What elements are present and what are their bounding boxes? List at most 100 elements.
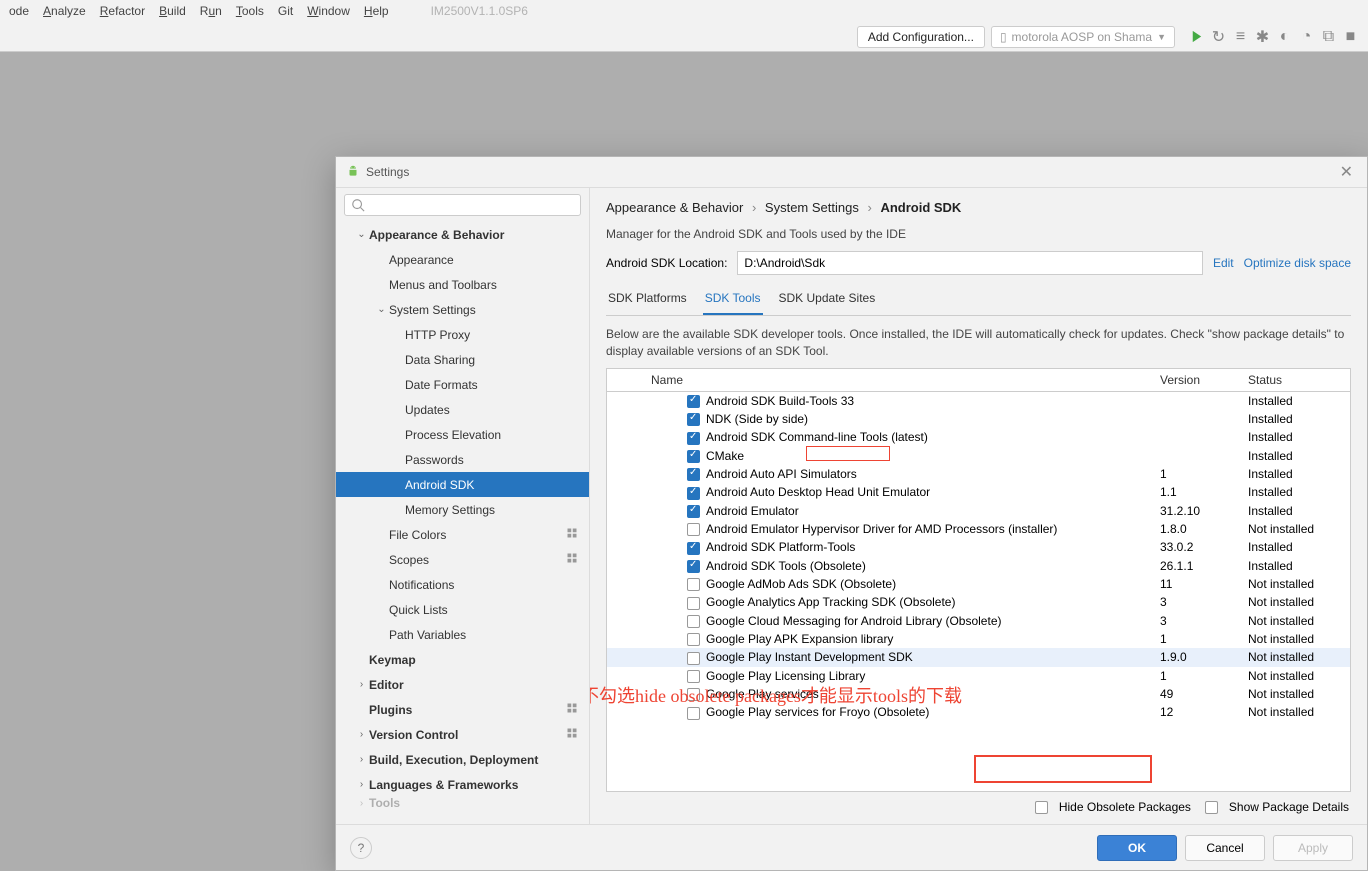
ok-button[interactable]: OK [1097, 835, 1177, 861]
run-icon[interactable] [1189, 29, 1204, 44]
row-checkbox[interactable] [687, 395, 700, 408]
table-row[interactable]: Google Play services for Froyo (Obsolete… [607, 703, 1350, 721]
row-checkbox[interactable] [687, 597, 700, 610]
attach-icon[interactable]: ⧉ [1321, 29, 1336, 44]
tree-item[interactable]: Data Sharing [336, 347, 589, 372]
row-checkbox[interactable] [687, 633, 700, 646]
cancel-button[interactable]: Cancel [1185, 835, 1265, 861]
row-checkbox[interactable] [687, 450, 700, 463]
table-row[interactable]: Android SDK Build-Tools 33Installed [607, 391, 1350, 410]
tree-item[interactable]: Updates [336, 397, 589, 422]
tree-item[interactable]: Menus and Toolbars [336, 272, 589, 297]
row-checkbox[interactable] [687, 468, 700, 481]
menu-run[interactable]: Run [193, 2, 229, 20]
row-checkbox[interactable] [687, 670, 700, 683]
device-selector[interactable]: ▯ motorola AOSP on Shama ▼ [991, 26, 1175, 48]
apply-changes-icon[interactable]: ↻ [1211, 29, 1226, 44]
table-row[interactable]: Google Play APK Expansion library1Not in… [607, 630, 1350, 648]
row-checkbox[interactable] [687, 688, 700, 701]
code-changes-icon[interactable]: ≡ [1233, 29, 1248, 44]
menu-analyze[interactable]: Analyze [36, 2, 93, 20]
tree-item[interactable]: ⌄Appearance & Behavior [336, 222, 589, 247]
row-checkbox[interactable] [687, 615, 700, 628]
row-checkbox[interactable] [687, 505, 700, 518]
tree-item[interactable]: HTTP Proxy [336, 322, 589, 347]
tree-item[interactable]: ›Languages & Frameworks [336, 772, 589, 797]
tree-item[interactable]: Scopes [336, 547, 589, 572]
tree-item[interactable]: File Colors [336, 522, 589, 547]
row-checkbox[interactable] [687, 432, 700, 445]
tree-item[interactable]: Date Formats [336, 372, 589, 397]
table-row[interactable]: Android Emulator31.2.10Installed [607, 502, 1350, 520]
table-row[interactable]: Google AdMob Ads SDK (Obsolete)11Not ins… [607, 575, 1350, 593]
breadcrumb-1[interactable]: System Settings [765, 200, 859, 215]
table-row[interactable]: Google Play Licensing Library1Not instal… [607, 667, 1350, 685]
table-row[interactable]: Android SDK Tools (Obsolete)26.1.1Instal… [607, 557, 1350, 575]
tree-item[interactable]: ›Build, Execution, Deployment [336, 747, 589, 772]
profile-icon[interactable]: ◔ [1299, 29, 1314, 44]
tree-item[interactable]: Keymap [336, 647, 589, 672]
tree-item[interactable]: Process Elevation [336, 422, 589, 447]
hide-obsolete-checkbox[interactable]: Hide Obsolete Packages [1035, 800, 1191, 814]
tree-item[interactable]: Memory Settings [336, 497, 589, 522]
row-checkbox[interactable] [687, 542, 700, 555]
tree-item[interactable]: Notifications [336, 572, 589, 597]
show-package-details-checkbox[interactable]: Show Package Details [1205, 800, 1349, 814]
breadcrumb-0[interactable]: Appearance & Behavior [606, 200, 743, 215]
menu-git[interactable]: Git [271, 2, 300, 20]
menu-refactor[interactable]: Refactor [93, 2, 152, 20]
settings-search-input[interactable] [369, 198, 574, 212]
tree-item[interactable]: Quick Lists [336, 597, 589, 622]
menu-window[interactable]: Window [300, 2, 357, 20]
optimize-link[interactable]: Optimize disk space [1244, 256, 1351, 270]
row-checkbox[interactable] [687, 523, 700, 536]
col-status[interactable]: Status [1240, 369, 1350, 392]
debug-icon[interactable]: ✱ [1255, 29, 1270, 44]
tab-sdk-update-sites[interactable]: SDK Update Sites [777, 285, 878, 315]
menu-build[interactable]: Build [152, 2, 193, 20]
settings-search[interactable] [344, 194, 581, 216]
table-row[interactable]: Android Auto API Simulators1Installed [607, 465, 1350, 483]
sdk-location-input[interactable] [737, 251, 1203, 275]
tree-item[interactable]: Android SDK [336, 472, 589, 497]
apply-button[interactable]: Apply [1273, 835, 1353, 861]
tab-sdk-tools[interactable]: SDK Tools [703, 285, 763, 315]
close-icon[interactable]: ✕ [1336, 162, 1357, 182]
stop-icon[interactable]: ■ [1343, 29, 1358, 44]
tree-item[interactable]: ›Editor [336, 672, 589, 697]
help-button[interactable]: ? [350, 837, 372, 859]
table-row[interactable]: Android Emulator Hypervisor Driver for A… [607, 520, 1350, 538]
table-row[interactable]: Android SDK Platform-Tools33.0.2Installe… [607, 538, 1350, 556]
row-checkbox[interactable] [687, 578, 700, 591]
table-row[interactable]: Android SDK Command-line Tools (latest)I… [607, 428, 1350, 446]
menu-help[interactable]: Help [357, 2, 396, 20]
table-row[interactable]: CMakeInstalled [607, 447, 1350, 465]
row-checkbox[interactable] [687, 560, 700, 573]
edit-link[interactable]: Edit [1213, 256, 1234, 270]
menu-code[interactable]: ode [2, 2, 36, 20]
row-checkbox[interactable] [687, 413, 700, 426]
tree-item[interactable]: Passwords [336, 447, 589, 472]
tab-sdk-platforms[interactable]: SDK Platforms [606, 285, 689, 315]
row-checkbox[interactable] [687, 652, 700, 665]
row-checkbox[interactable] [687, 487, 700, 500]
tree-item[interactable]: ⌄System Settings [336, 297, 589, 322]
tree-item[interactable]: Appearance [336, 247, 589, 272]
tree-item[interactable]: ›Version Control [336, 722, 589, 747]
tree-item[interactable]: ›Tools [336, 797, 589, 809]
coverage-icon[interactable]: ◐ [1277, 29, 1292, 44]
table-row[interactable]: NDK (Side by side)Installed [607, 410, 1350, 428]
col-name[interactable]: Name [643, 369, 1152, 392]
table-row[interactable]: Google Cloud Messaging for Android Libra… [607, 612, 1350, 630]
table-row[interactable]: Google Play services49Not installed [607, 685, 1350, 703]
tree-item[interactable]: Plugins [336, 697, 589, 722]
tree-item[interactable]: Path Variables [336, 622, 589, 647]
table-row[interactable]: Android Auto Desktop Head Unit Emulator1… [607, 483, 1350, 501]
menu-tools[interactable]: Tools [229, 2, 271, 20]
add-configuration-button[interactable]: Add Configuration... [857, 26, 985, 48]
row-checkbox[interactable] [687, 707, 700, 720]
table-row[interactable]: Google Analytics App Tracking SDK (Obsol… [607, 593, 1350, 611]
table-row[interactable]: Google Play Instant Development SDK1.9.0… [607, 648, 1350, 666]
sdk-tools-table[interactable]: Name Version Status Android SDK Build-To… [606, 368, 1351, 792]
col-version[interactable]: Version [1152, 369, 1240, 392]
